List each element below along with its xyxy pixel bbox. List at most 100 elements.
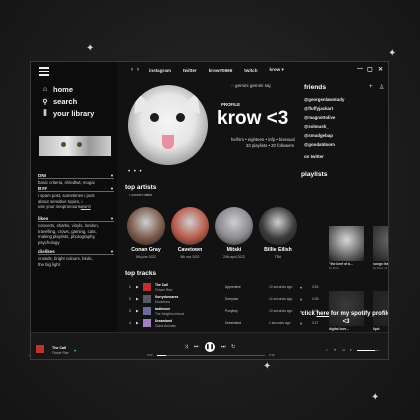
link-twitter[interactable]: twitter (183, 68, 197, 73)
artist-card[interactable]: Mitski 20th april 2022 (214, 207, 254, 259)
profile-avatar (128, 85, 208, 165)
nav-home[interactable]: ⌂ home (41, 85, 73, 94)
track-row[interactable]: 1 ▶ The Call Flower Rise Apprentice 10 second… (128, 282, 326, 293)
track-number: 4 (129, 321, 131, 325)
status-line: ◌ gemini gemini saj (231, 83, 271, 88)
dni-section: DNI ▼ basic criteria, sh/edtwt, mogai (38, 173, 114, 186)
playlist-owner: by krow (329, 266, 339, 270)
queue-icon[interactable]: ≡ (334, 348, 336, 352)
play-icon[interactable]: ▶ (136, 297, 139, 301)
lyrics-icon[interactable]: ♪ (326, 348, 328, 352)
friend-handle[interactable]: @solmush_ (304, 124, 329, 129)
heart-icon[interactable]: ♥ (74, 348, 76, 353)
profile-label: PROFILE (221, 102, 240, 107)
user-icon[interactable]: ♙ (379, 84, 384, 91)
nav-search-label: search (53, 97, 78, 106)
app-window: ⌂ home ⚲ search ⫼ your library DNI ▼ basi… (30, 61, 389, 360)
track-played-ago: 10 seconds ago (269, 285, 293, 289)
track-art (143, 319, 151, 327)
profile-stats: 33 playlists • 20 followers (246, 143, 295, 148)
now-playing-artist[interactable]: Flower Rise (52, 351, 69, 355)
chevron-down-icon[interactable]: ▼ (110, 186, 114, 191)
shuffle-icon[interactable]: ⤨ (184, 344, 188, 350)
spotify-profile-text: click here for my spotify profile <3 (301, 310, 388, 326)
dni-title: DNI (38, 173, 46, 178)
chevron-down-icon[interactable]: ▼ (110, 249, 114, 254)
friend-handle[interactable]: @magnettolive (304, 115, 335, 120)
artist-card[interactable]: Billie Eilish TBA (258, 207, 298, 259)
progress-bar[interactable] (157, 354, 265, 356)
nav-library[interactable]: ⫼ your library (41, 109, 94, 118)
close-icon[interactable]: ✕ (378, 66, 383, 73)
repeat-icon[interactable]: ↻ (231, 344, 235, 350)
search-icon: ⚲ (42, 98, 48, 106)
nav-search[interactable]: ⚲ search (41, 97, 77, 106)
nav-home-label: home (53, 85, 74, 94)
track-row[interactable]: 2 ▶ Sorrydoncares Moonbrea Sorrydon 10 second… (128, 294, 326, 305)
volume-slider[interactable] (357, 350, 379, 351)
device-icon[interactable]: ▭ (342, 348, 345, 352)
link-profile-menu[interactable]: krow ▾ (270, 67, 284, 73)
track-played-ago: 10 seconds ago (269, 309, 293, 313)
artist-card[interactable]: Cavetown 5th nov 2022 (170, 207, 210, 259)
artist-photo (171, 207, 209, 245)
artist-photo (215, 207, 253, 245)
link-twitch[interactable]: twitch (244, 68, 257, 73)
next-icon[interactable]: ⏭ (221, 344, 226, 350)
sparkle-icon: ✦ (263, 361, 272, 372)
playlist-tile[interactable]: "the beef of b... by krow (329, 226, 364, 270)
artist-card[interactable]: Conan Gray 8th june 2022 (126, 207, 166, 259)
menu-icon[interactable] (39, 67, 49, 78)
add-friend-icon[interactable]: + (369, 84, 373, 90)
track-artist: Flower Rise (155, 287, 173, 292)
now-playing-title[interactable]: The Call (52, 346, 66, 350)
now-playing-art (36, 345, 44, 353)
friend-handle[interactable]: @smudgebap (304, 133, 333, 138)
maximize-icon[interactable]: ▢ (367, 66, 373, 73)
track-number: 1 (129, 285, 131, 289)
elapsed-time: 0:00 (147, 353, 153, 357)
spotify-link[interactable]: here (316, 311, 329, 317)
previous-icon[interactable]: ⏮ (194, 344, 199, 350)
play-icon[interactable]: ▶ (136, 285, 139, 289)
artist-concert-date: 8th june 2022 (136, 255, 156, 259)
byf-section: BYF ▼ i spam post, sometimes i post about… (38, 186, 114, 210)
track-artist: Glass Animals (155, 323, 176, 328)
library-icon: ⫼ (43, 109, 47, 117)
forward-arrow-icon[interactable]: › (137, 67, 139, 73)
dislikes-text-2: the big light (38, 261, 60, 267)
artist-name: Cavetown (177, 247, 203, 253)
playlist-owner: by Krow <3 (373, 266, 388, 270)
play-icon[interactable]: ▶ (136, 321, 139, 325)
top-artists-title: top artists (125, 184, 157, 191)
sparkle-icon: ✦ (371, 392, 380, 403)
play-icon[interactable]: ▶ (136, 309, 139, 313)
sparkle-icon: ✦ (86, 43, 95, 54)
friend-handle[interactable]: @georgenlawstudy (304, 97, 344, 102)
back-arrow-icon[interactable]: ‹ (131, 67, 133, 73)
byf-link[interactable]: won't (81, 204, 91, 209)
track-row[interactable]: 3 ▶ bathroom The Neighbourhood Ponyboy 10 sec… (128, 306, 326, 317)
track-album: Ponyboy (225, 309, 238, 313)
more-options-icon[interactable]: • • • (128, 169, 143, 175)
byf-text-3: use your neopronouns (38, 204, 81, 210)
chevron-down-icon[interactable]: ▼ (110, 173, 114, 178)
minimize-icon[interactable]: — (357, 66, 363, 72)
track-title: Dreamland (155, 319, 173, 323)
artist-photo (259, 207, 297, 245)
link-instagram[interactable]: instagram (149, 68, 171, 73)
dislikes-section: dislikes ▼ crowds, bright colours, birds,… (38, 249, 114, 267)
playlists-title: playlists (301, 171, 328, 178)
link-discord[interactable]: krow#0666 (209, 68, 233, 73)
playlist-tile[interactable]: songs that make ...by Krow <3 (373, 226, 388, 270)
track-row[interactable]: 4 ▶ Dreamland Glass Animals Dreamland 1 secon… (128, 318, 326, 329)
friend-handle[interactable]: @fluffyjackart (304, 106, 333, 111)
pause-button[interactable]: ❚❚ (205, 342, 215, 352)
nav-library-label: your library (53, 109, 95, 118)
chevron-down-icon[interactable]: ▼ (110, 216, 114, 221)
track-number: 2 (129, 297, 131, 301)
friend-handle[interactable]: @goodatdoom (304, 142, 335, 147)
track-album: Apprentice (225, 285, 241, 289)
volume-icon[interactable]: 🔈︎ (350, 348, 352, 352)
cat-banner-image (39, 136, 111, 156)
